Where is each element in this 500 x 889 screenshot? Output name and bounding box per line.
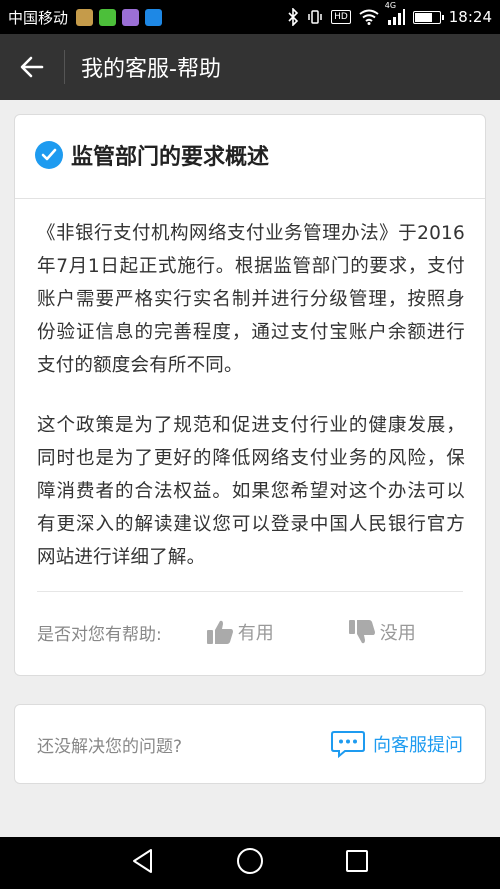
- square-recents-icon: [346, 850, 369, 872]
- header-divider: [64, 50, 65, 84]
- thumbs-down-icon: [348, 620, 375, 644]
- signal-icon: 4G: [385, 1, 405, 25]
- page-title: 我的客服-帮助: [81, 57, 221, 82]
- title-divider: [15, 198, 485, 199]
- contact-card: 还没解决您的问题? 向客服提问: [14, 704, 486, 784]
- back-arrow-icon: [20, 56, 44, 78]
- article-card: 监管部门的要求概述 《非银行支付机构网络支付业务管理办法》于2016年7月1日起…: [14, 114, 486, 676]
- alipay-icon: [145, 8, 163, 26]
- useless-button[interactable]: 没用: [348, 619, 416, 645]
- article-paragraph: 《非银行支付机构网络支付业务管理办法》于2016年7月1日起正式施行。根据监管部…: [37, 223, 465, 376]
- chat-bubble-icon: [331, 731, 365, 758]
- thumbs-up-icon: [206, 620, 233, 644]
- feedback-row: 是否对您有帮助: 有用 没用: [37, 615, 463, 649]
- nav-home-button[interactable]: [236, 847, 264, 879]
- ask-service-button[interactable]: 向客服提问: [331, 730, 463, 758]
- check-circle-icon: [35, 141, 63, 169]
- system-nav-bar: [0, 837, 500, 889]
- useless-label: 没用: [379, 623, 416, 644]
- ask-service-label: 向客服提问: [373, 735, 463, 756]
- useful-button[interactable]: 有用: [206, 619, 274, 645]
- notification-icons: [76, 8, 163, 26]
- status-bar: 中国移动 HD 4G 18:24: [0, 0, 500, 34]
- clock: 18:24: [448, 8, 492, 26]
- battery-icon: [412, 10, 444, 24]
- feedback-label: 是否对您有帮助:: [37, 624, 162, 645]
- app-header: 我的客服-帮助: [0, 34, 500, 100]
- carrier-label: 中国移动: [8, 8, 69, 27]
- network-type: 4G: [384, 1, 397, 10]
- feedback-divider: [37, 591, 463, 592]
- back-button[interactable]: [0, 34, 64, 100]
- nav-recents-button[interactable]: [345, 849, 369, 877]
- app-icon-3: [122, 8, 140, 26]
- wifi-icon: [359, 9, 379, 25]
- useful-label: 有用: [237, 623, 274, 644]
- vibrate-icon: [307, 9, 323, 25]
- article-title-row: 监管部门的要求概述: [35, 139, 465, 171]
- battery-level: [414, 12, 432, 22]
- article-title: 监管部门的要求概述: [71, 145, 270, 170]
- nav-back-button[interactable]: [131, 848, 155, 878]
- unresolved-prompt: 还没解决您的问题?: [37, 736, 183, 757]
- app-icon-1: [76, 8, 94, 26]
- triangle-back-icon: [132, 849, 152, 873]
- circle-home-icon: [236, 848, 263, 874]
- wechat-icon: [99, 8, 117, 26]
- bluetooth-icon: [287, 8, 299, 26]
- article-paragraph: 这个政策是为了规范和促进支付行业的健康发展，同时也是为了更好的降低网络支付业务的…: [37, 415, 465, 568]
- hd-icon: HD: [331, 10, 351, 24]
